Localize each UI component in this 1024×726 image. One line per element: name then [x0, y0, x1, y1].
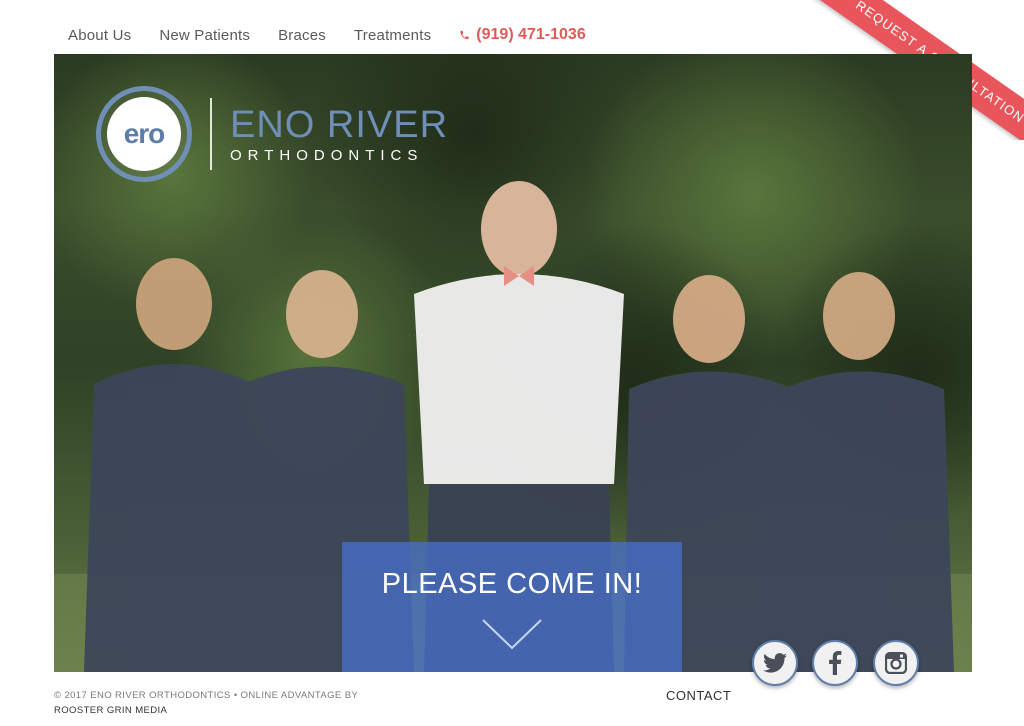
- twitter-icon: [763, 653, 787, 673]
- phone-icon: [460, 30, 469, 40]
- logo-subtitle: ORTHODONTICS: [230, 146, 424, 164]
- logo-divider: [210, 98, 212, 170]
- main-nav: About Us New Patients Braces Treatments …: [68, 22, 586, 48]
- page: About Us New Patients Braces Treatments …: [0, 0, 1024, 726]
- phone-link[interactable]: (919) 471-1036: [459, 26, 586, 44]
- logo-mark-text: ero: [107, 97, 181, 171]
- nav-item-about-us[interactable]: About Us: [68, 27, 131, 44]
- footer-copyright: © 2017 ENO RIVER ORTHODONTICS • ONLINE A…: [54, 688, 358, 718]
- hero-image: ero ENO RIVER ORTHODONTICS PLEASE COME I…: [54, 54, 972, 672]
- copyright-text: © 2017 ENO RIVER ORTHODONTICS • ONLINE A…: [54, 690, 359, 701]
- rooster-grin-media-link[interactable]: ROOSTER GRIN MEDIA: [54, 703, 358, 718]
- eno-river-logo[interactable]: ero ENO RIVER ORTHODONTICS: [96, 86, 448, 182]
- nav-item-braces[interactable]: Braces: [278, 27, 326, 44]
- twitter-button[interactable]: [752, 640, 798, 686]
- instagram-button[interactable]: [873, 640, 919, 686]
- footer-contact-link[interactable]: CONTACT: [666, 688, 731, 703]
- cta-title: PLEASE COME IN!: [381, 568, 643, 600]
- chevron-down-icon[interactable]: [481, 618, 543, 652]
- phone-number: (919) 471-1036: [476, 26, 586, 43]
- logo-title: ENO RIVER: [230, 103, 449, 146]
- please-come-in-panel[interactable]: PLEASE COME IN!: [342, 542, 682, 672]
- logo-wordmark: ENO RIVER ORTHODONTICS: [230, 105, 448, 164]
- facebook-button[interactable]: [812, 640, 858, 686]
- facebook-icon: [829, 651, 842, 675]
- instagram-icon: [885, 652, 907, 674]
- nav-item-new-patients[interactable]: New Patients: [159, 27, 250, 44]
- logo-mark: ero: [96, 86, 192, 182]
- nav-item-treatments[interactable]: Treatments: [354, 27, 431, 44]
